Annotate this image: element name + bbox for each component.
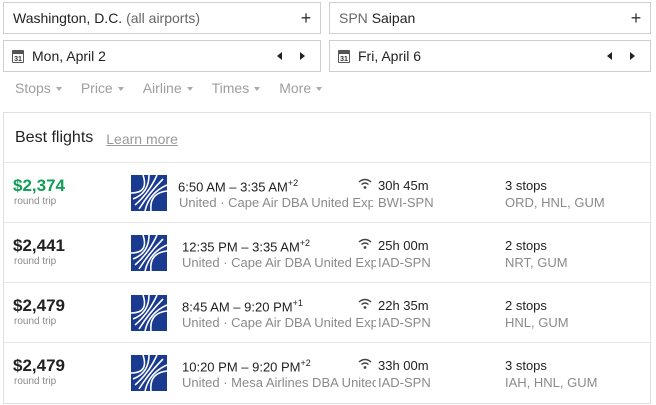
airline-name: United · Cape Air DBA United Express: [182, 315, 376, 330]
caret-down-icon: [186, 86, 193, 91]
flight-times: 6:50 AM – 3:35 AM+2: [178, 178, 299, 195]
flight-route: BWI-SPN: [378, 195, 434, 210]
flight-duration: 22h 35m: [378, 298, 429, 313]
arrow-right-icon[interactable]: [300, 52, 305, 60]
origin-suffix: (all airports): [126, 10, 200, 26]
flight-row[interactable]: $2,479 round trip 8:45 AM – 9:20 PM+1 Un…: [4, 283, 650, 343]
united-logo-icon: [131, 235, 167, 271]
price-note: round trip: [14, 256, 57, 267]
filter-airline[interactable]: Airline: [143, 80, 193, 96]
filter-stops[interactable]: Stops: [15, 80, 62, 96]
flight-duration: 33h 00m: [378, 358, 429, 373]
best-flights-card: Best flights Learn more $2,374 round tri…: [3, 112, 651, 404]
arrow-left-icon[interactable]: [607, 52, 612, 60]
arrow-left-icon[interactable]: [277, 52, 282, 60]
wifi-icon: [358, 178, 372, 189]
flight-price: $2,374: [13, 176, 65, 195]
wifi-icon: [358, 358, 372, 369]
flight-times: 8:45 AM – 9:20 PM+1: [182, 298, 303, 315]
flight-row[interactable]: $2,441 round trip 12:35 PM – 3:35 AM+2 U…: [4, 223, 650, 283]
layover-airports: ORD, HNL, GUM: [505, 195, 605, 210]
stop-count: 3 stops: [505, 358, 547, 373]
price-note: round trip: [14, 376, 57, 387]
flight-price: $2,479: [13, 356, 65, 375]
stop-count: 2 stops: [505, 298, 547, 313]
flight-row[interactable]: $2,374 round trip 6:50 AM – 3:35 AM+2 Un…: [4, 163, 650, 223]
airline-name: United · Cape Air DBA United Express: [179, 195, 373, 210]
flight-route: IAD-SPN: [378, 255, 431, 270]
arrow-right-icon[interactable]: [630, 52, 635, 60]
caret-down-icon: [316, 86, 323, 91]
origin-city: Washington, D.C.: [13, 10, 123, 26]
flight-price: $2,479: [13, 296, 65, 315]
flight-route: IAD-SPN: [378, 315, 431, 330]
destination-name: Saipan: [371, 10, 416, 26]
filter-bar: Stops Price Airline Times More: [15, 80, 341, 96]
wifi-icon: [358, 298, 372, 309]
filter-more[interactable]: More: [279, 80, 323, 96]
layover-airports: HNL, GUM: [505, 315, 569, 330]
depart-date: Mon, April 2: [32, 48, 106, 64]
card-header: Best flights Learn more: [4, 113, 650, 163]
return-date: Fri, April 6: [358, 48, 422, 64]
united-logo-icon: [131, 355, 167, 391]
price-note: round trip: [14, 316, 57, 327]
add-destination-button[interactable]: +: [622, 9, 650, 27]
return-date-field[interactable]: 31 Fri, April 6: [329, 40, 651, 72]
destination-code: SPN: [339, 10, 368, 26]
caret-down-icon: [55, 86, 62, 91]
layover-airports: NRT, GUM: [505, 255, 568, 270]
caret-down-icon: [117, 86, 124, 91]
stop-count: 3 stops: [505, 178, 547, 193]
add-origin-button[interactable]: +: [292, 9, 320, 27]
depart-date-field[interactable]: 31 Mon, April 2: [3, 40, 321, 72]
caret-down-icon: [254, 86, 261, 91]
price-note: round trip: [14, 196, 57, 207]
airline-name: United · Cape Air DBA United Express: [182, 255, 376, 270]
filter-times[interactable]: Times: [212, 80, 261, 96]
layover-airports: IAH, HNL, GUM: [505, 375, 598, 390]
section-title: Best flights: [15, 128, 94, 146]
calendar-icon: 31: [12, 49, 24, 63]
origin-field[interactable]: Washington, D.C. (all airports) +: [3, 2, 321, 34]
flight-times: 12:35 PM – 3:35 AM+2: [182, 238, 311, 255]
flight-row[interactable]: $2,479 round trip 10:20 PM – 9:20 PM+2 U…: [4, 343, 650, 403]
flight-times: 10:20 PM – 9:20 PM+2: [182, 358, 311, 375]
flight-route: IAD-SPN: [378, 375, 431, 390]
wifi-icon: [358, 238, 372, 249]
united-logo-icon: [131, 175, 167, 211]
flight-duration: 30h 45m: [378, 178, 429, 193]
airline-name: United · Mesa Airlines DBA United Expres…: [182, 375, 376, 390]
filter-price[interactable]: Price: [81, 80, 124, 96]
learn-more-link[interactable]: Learn more: [106, 131, 178, 147]
united-logo-icon: [131, 295, 167, 331]
calendar-icon: 31: [338, 49, 350, 63]
stop-count: 2 stops: [505, 238, 547, 253]
destination-field[interactable]: SPN Saipan +: [329, 2, 651, 34]
flight-duration: 25h 00m: [378, 238, 429, 253]
flight-price: $2,441: [13, 236, 65, 255]
